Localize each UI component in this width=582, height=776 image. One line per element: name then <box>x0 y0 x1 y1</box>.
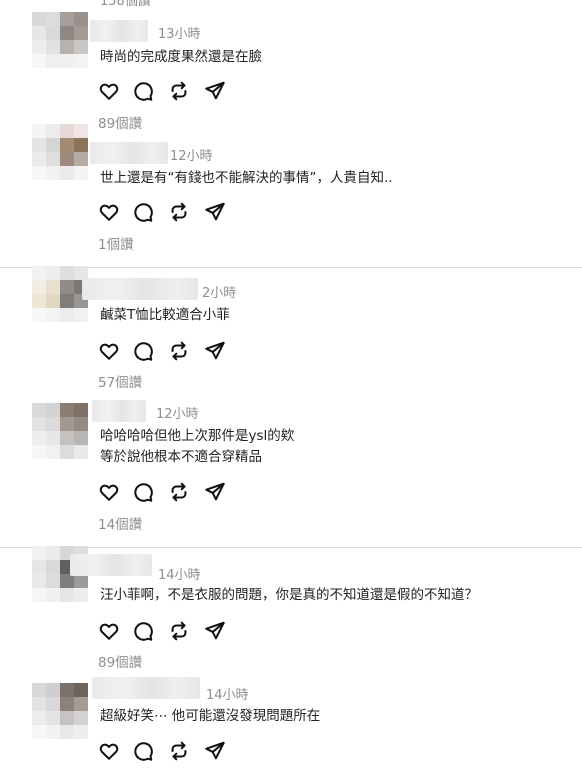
heart-icon[interactable] <box>96 338 122 364</box>
comment-line: 超級好笑⋯ 他可能還沒發現問題所在 <box>100 708 321 724</box>
comment-3: 2小時 鹹菜T恤比較適合小菲 57個讚 <box>0 266 582 398</box>
comment-4: 12小時 哈哈哈哈但他上次那件是ysl的欸 等於說他根本不適合穿精品 14個讚 <box>0 397 582 547</box>
repost-icon[interactable] <box>166 338 192 364</box>
share-icon[interactable] <box>202 738 228 764</box>
comment-text: 時尚的完成度果然還是在臉 <box>100 47 262 68</box>
repost-icon[interactable] <box>166 738 192 764</box>
comment-2: 12小時 世上還是有“有錢也不能解決的事情”，人貴自知.. 1個讚 <box>0 124 582 266</box>
comment-icon[interactable] <box>130 618 156 644</box>
comment-text: 汪小菲啊，不是衣服的問題，你是真的不知道還是假的不知道？ <box>100 585 478 606</box>
comment-6: 14小時 超級好笑⋯ 他可能還沒發現問題所在 <box>0 677 582 776</box>
comment-time: 14小時 <box>206 688 249 703</box>
username-blurred[interactable] <box>90 142 168 164</box>
avatar[interactable] <box>32 12 88 68</box>
comment-icon[interactable] <box>130 199 156 225</box>
comment-line: 時尚的完成度果然還是在臉 <box>100 49 262 65</box>
comment-icon[interactable] <box>130 338 156 364</box>
share-icon[interactable] <box>202 199 228 225</box>
username-blurred[interactable] <box>92 400 146 422</box>
avatar[interactable] <box>32 683 88 739</box>
comment-text: 世上還是有“有錢也不能解決的事情”，人貴自知.. <box>100 168 393 189</box>
avatar[interactable] <box>32 403 88 459</box>
like-count[interactable]: 14個讚 <box>98 513 142 533</box>
comment-time: 12小時 <box>156 407 199 422</box>
like-count[interactable]: 89個讚 <box>98 651 142 671</box>
comment-line: 等於說他根本不適合穿精品 <box>100 449 262 465</box>
action-bar <box>96 338 236 364</box>
comment-text: 哈哈哈哈但他上次那件是ysl的欸 等於說他根本不適合穿精品 <box>100 426 294 468</box>
username-blurred[interactable] <box>92 677 200 699</box>
share-icon[interactable] <box>202 618 228 644</box>
repost-icon[interactable] <box>166 78 192 104</box>
heart-icon[interactable] <box>96 199 122 225</box>
heart-icon[interactable] <box>96 618 122 644</box>
repost-icon[interactable] <box>166 618 192 644</box>
username-blurred[interactable] <box>70 554 152 576</box>
action-bar <box>96 479 236 505</box>
share-icon[interactable] <box>202 78 228 104</box>
comment-line: 世上還是有“有錢也不能解決的事情”，人貴自知.. <box>100 170 393 186</box>
like-count[interactable]: 1個讚 <box>98 233 134 253</box>
comment-5: 14小時 汪小菲啊，不是衣服的問題，你是真的不知道還是假的不知道？ 89個讚 <box>0 546 582 678</box>
username-blurred[interactable] <box>90 20 148 42</box>
heart-icon[interactable] <box>96 479 122 505</box>
comment-1: 13小時 時尚的完成度果然還是在臉 89個讚 <box>0 0 582 140</box>
repost-icon[interactable] <box>166 479 192 505</box>
action-bar <box>96 618 236 644</box>
comment-line: 鹹菜T恤比較適合小菲 <box>100 307 230 323</box>
comment-icon[interactable] <box>130 738 156 764</box>
avatar[interactable] <box>32 124 88 180</box>
comment-icon[interactable] <box>130 78 156 104</box>
username-blurred[interactable] <box>82 278 198 300</box>
like-count[interactable]: 89個讚 <box>98 112 142 132</box>
comment-line: 哈哈哈哈但他上次那件是ysl的欸 <box>100 428 295 444</box>
action-bar <box>96 738 236 764</box>
comment-line: 汪小菲啊，不是衣服的問題，你是真的不知道還是假的不知道？ <box>100 587 478 603</box>
comment-text: 鹹菜T恤比較適合小菲 <box>100 305 230 326</box>
share-icon[interactable] <box>202 338 228 364</box>
share-icon[interactable] <box>202 479 228 505</box>
comment-time: 14小時 <box>158 568 201 583</box>
repost-icon[interactable] <box>166 199 192 225</box>
comment-time: 2小時 <box>202 286 237 301</box>
comment-icon[interactable] <box>130 479 156 505</box>
heart-icon[interactable] <box>96 78 122 104</box>
comment-time: 13小時 <box>158 27 201 42</box>
action-bar <box>96 199 236 225</box>
comment-time: 12小時 <box>170 149 213 164</box>
like-count[interactable]: 57個讚 <box>98 371 142 391</box>
avatar[interactable] <box>32 266 88 322</box>
comment-text: 超級好笑⋯ 他可能還沒發現問題所在 <box>100 706 320 727</box>
action-bar <box>96 78 236 104</box>
heart-icon[interactable] <box>96 738 122 764</box>
